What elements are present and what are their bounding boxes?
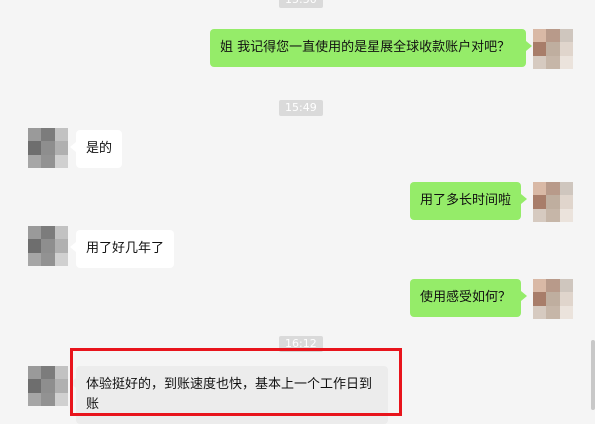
- message-bubble-mine[interactable]: 姐 我记得您一直使用的是星展全球收款账户对吧？: [210, 29, 532, 67]
- scrollbar[interactable]: [591, 340, 595, 410]
- my-avatar[interactable]: [533, 279, 573, 319]
- contact-avatar[interactable]: [28, 226, 68, 266]
- timestamp: 15:49: [279, 100, 323, 116]
- highlight-box: [70, 348, 402, 416]
- contact-avatar[interactable]: [28, 128, 68, 168]
- timestamp: 15:50: [279, 0, 323, 8]
- message-bubble-mine[interactable]: 使用感受如何？: [410, 279, 528, 317]
- contact-avatar[interactable]: [28, 366, 68, 406]
- my-avatar[interactable]: [533, 182, 573, 222]
- message-bubble-mine[interactable]: 用了多长时间啦: [410, 182, 528, 220]
- message-bubble-contact[interactable]: 是的: [69, 130, 123, 168]
- message-bubble-contact[interactable]: 用了好几年了: [69, 230, 175, 268]
- my-avatar[interactable]: [533, 29, 573, 69]
- chat-window: 15:50 姐 我记得您一直使用的是星展全球收款账户对吧？ 15:49 是的 用…: [0, 0, 595, 424]
